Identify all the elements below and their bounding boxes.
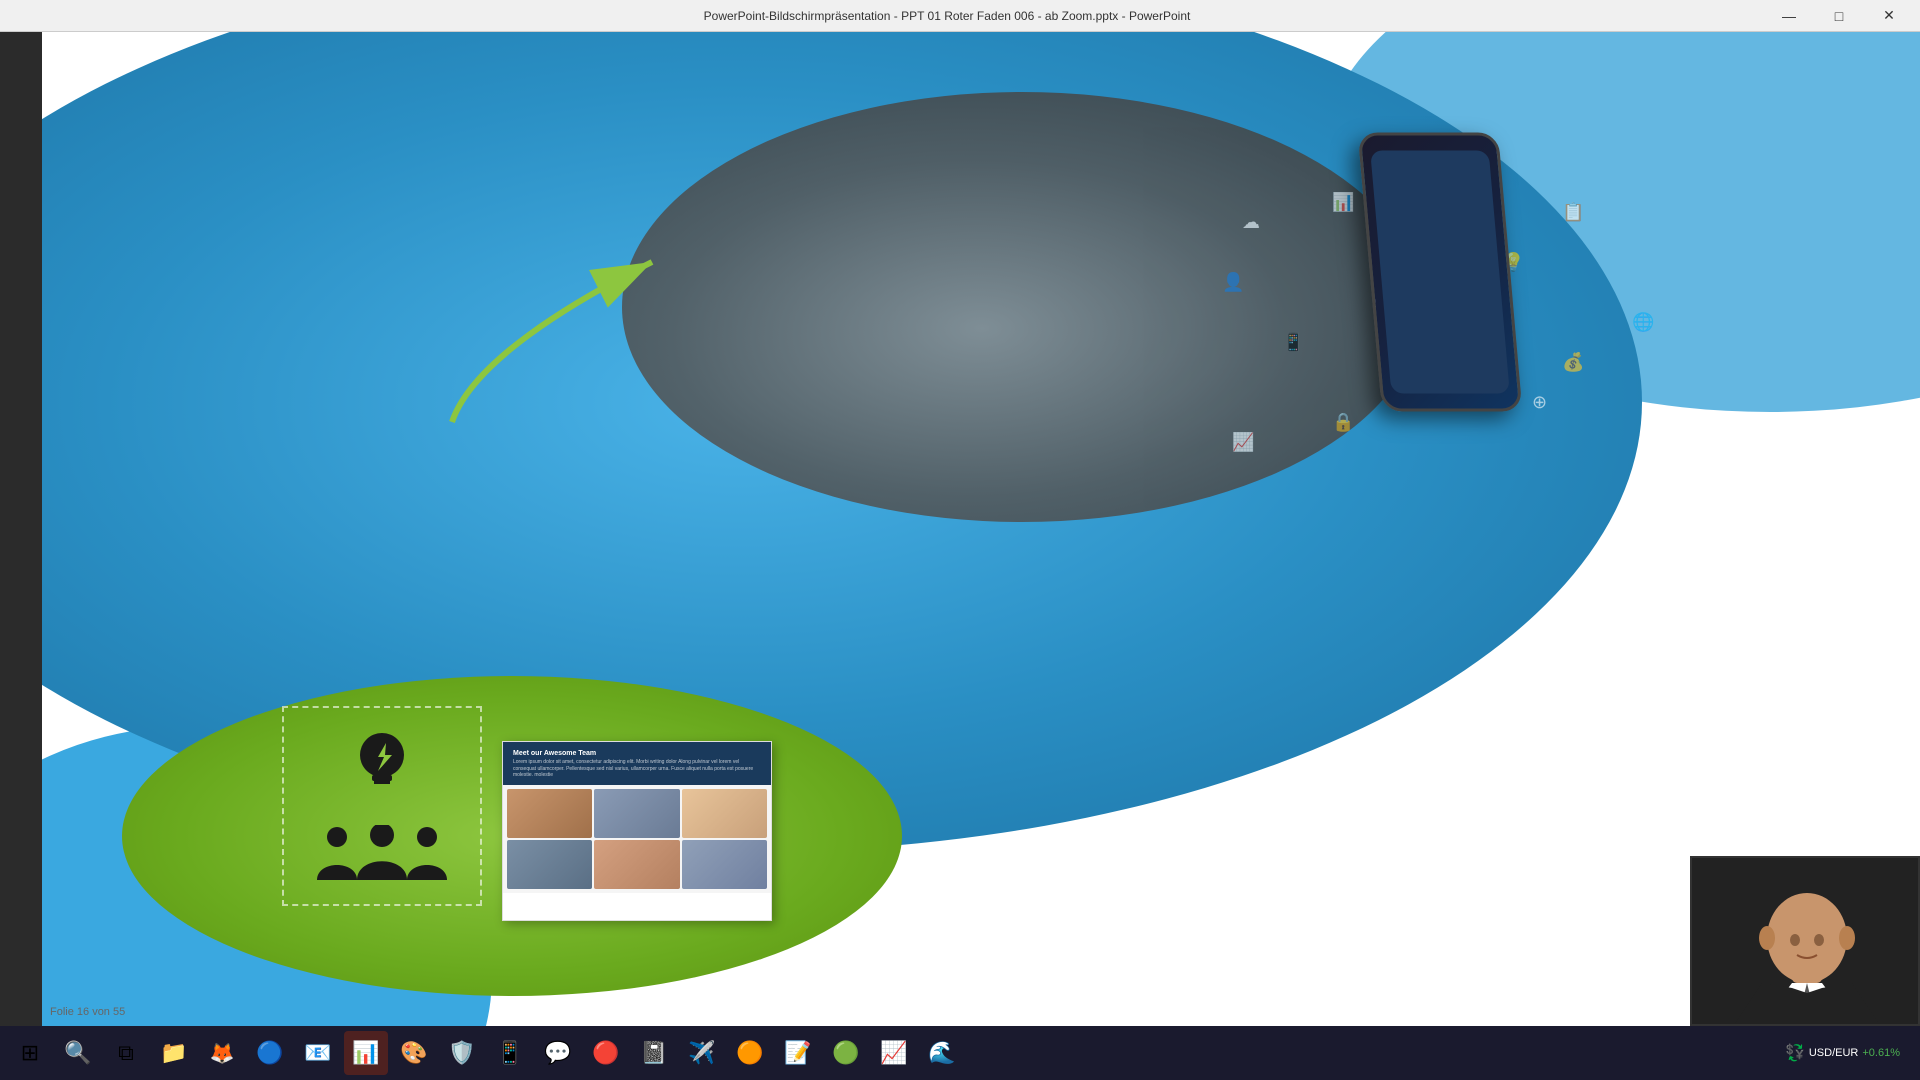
- browser2-button[interactable]: 🌊: [920, 1031, 964, 1075]
- tech-icon-10: 🔒: [1332, 412, 1354, 433]
- slide-preview-card[interactable]: Meet our Awesome Team Lorem ipsum dolor …: [502, 741, 772, 921]
- slide-area: ☁ 📊 🖥 👤 ⚙ 💡 📱 🎯 💰 🔒 📈 🌐 📋 ⊕: [42, 32, 1920, 1026]
- tech-icon-1: ☁: [1242, 212, 1260, 233]
- word-button[interactable]: 📝: [776, 1031, 820, 1075]
- maximize-button[interactable]: □: [1816, 0, 1862, 32]
- preview-card-title: Meet our Awesome Team: [513, 750, 761, 757]
- search-button[interactable]: 🔍: [56, 1031, 100, 1075]
- teams-button[interactable]: 💬: [536, 1031, 580, 1075]
- currency-indicator: 💱 USD/EUR +0.61%: [1785, 1043, 1900, 1063]
- green-ellipse: Meet our Awesome Team Lorem ipsum dolor …: [122, 676, 902, 996]
- system-tray: 💱 USD/EUR +0.61%: [1773, 1026, 1912, 1080]
- red-app-button[interactable]: 🔴: [584, 1031, 628, 1075]
- app1-button[interactable]: 🎨: [392, 1031, 436, 1075]
- titlebar-title: PowerPoint-Bildschirmpräsentation - PPT …: [128, 9, 1766, 23]
- team-icon-box: [282, 706, 482, 906]
- green-arrow: [372, 182, 722, 482]
- preview-header: Meet our Awesome Team Lorem ipsum dolor …: [503, 742, 771, 785]
- slide-canvas: ☁ 📊 🖥 👤 ⚙ 💡 📱 🎯 💰 🔒 📈 🌐 📋 ⊕: [42, 32, 1920, 1026]
- chrome-button[interactable]: 🔵: [248, 1031, 292, 1075]
- app2-button[interactable]: 🛡️: [440, 1031, 484, 1075]
- team-lightbulb-icon: [342, 727, 422, 820]
- green-app-button[interactable]: 🟢: [824, 1031, 868, 1075]
- firefox-button[interactable]: 🦊: [200, 1031, 244, 1075]
- tech-icon-11: 📈: [1232, 432, 1254, 453]
- orange-app-button[interactable]: 🟠: [728, 1031, 772, 1075]
- currency-icon: 💱: [1785, 1043, 1805, 1063]
- explorer-button[interactable]: 📁: [152, 1031, 196, 1075]
- tech-icon-7: 📱: [1282, 332, 1304, 353]
- preview-photo-6: [682, 840, 767, 889]
- preview-photo-3: [682, 789, 767, 838]
- start-button[interactable]: ⊞: [8, 1031, 52, 1075]
- titlebar: PowerPoint-Bildschirmpräsentation - PPT …: [0, 0, 1920, 32]
- preview-photos-grid: [503, 785, 771, 893]
- tech-icon-12: 🌐: [1632, 312, 1654, 333]
- close-button[interactable]: ✕: [1866, 0, 1912, 32]
- gray-ellipse-tech: ☁ 📊 🖥 👤 ⚙ 💡 📱 🎯 💰 🔒 📈 🌐 📋 ⊕: [622, 92, 1422, 522]
- tech-icon-13: 📋: [1562, 202, 1584, 223]
- outlook-button[interactable]: 📧: [296, 1031, 340, 1075]
- excel-button[interactable]: 📈: [872, 1031, 916, 1075]
- currency-change: +0.61%: [1862, 1047, 1900, 1059]
- tech-icon-4: 👤: [1222, 272, 1244, 293]
- preview-photo-2: [594, 789, 679, 838]
- preview-photo-4: [507, 840, 592, 889]
- onenote-button[interactable]: 📓: [632, 1031, 676, 1075]
- smartphone-screen: [1370, 150, 1510, 393]
- titlebar-controls[interactable]: — □ ✕: [1766, 0, 1912, 32]
- left-panel: [0, 0, 42, 1080]
- preview-photo-5: [594, 840, 679, 889]
- minimize-button[interactable]: —: [1766, 0, 1812, 32]
- powerpoint-taskbar-button[interactable]: 📊: [344, 1031, 388, 1075]
- preview-photo-1: [507, 789, 592, 838]
- smartphone: [1370, 132, 1550, 452]
- app3-button[interactable]: 📱: [488, 1031, 532, 1075]
- tech-icon-9: 💰: [1562, 352, 1584, 373]
- currency-text: USD/EUR: [1809, 1047, 1859, 1059]
- taskbar: ⊞ 🔍 ⧉ 📁 🦊 🔵 📧 📊 🎨 🛡️ 📱 💬 🔴 📓 ✈️ 🟠 📝 🟢 📈 …: [0, 1026, 1920, 1080]
- webcam-person: [1692, 858, 1918, 1024]
- webcam-overlay: [1690, 856, 1920, 1026]
- slide-number: Folie 16 von 55: [50, 1006, 125, 1018]
- smartphone-body: [1358, 133, 1523, 412]
- plane-button[interactable]: ✈️: [680, 1031, 724, 1075]
- taskview-button[interactable]: ⧉: [104, 1031, 148, 1075]
- preview-card-text: Lorem ipsum dolor sit amet, consectetur …: [513, 759, 761, 779]
- tech-icon-2: 📊: [1332, 192, 1354, 213]
